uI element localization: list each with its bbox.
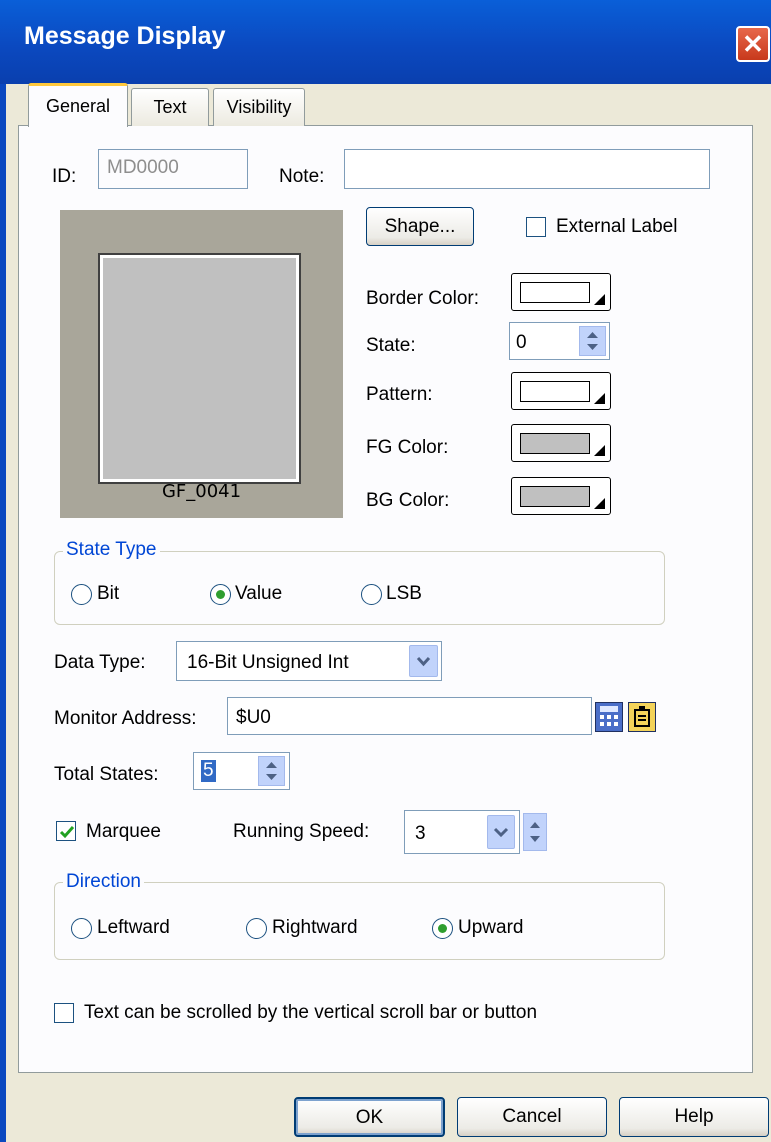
id-label: ID: <box>52 166 77 187</box>
note-field[interactable] <box>344 149 710 189</box>
cancel-button[interactable]: Cancel <box>457 1097 607 1137</box>
help-button[interactable]: Help <box>619 1097 769 1137</box>
note-label: Note: <box>279 166 325 187</box>
running-speed-label: Running Speed: <box>233 821 370 842</box>
monitor-address-field[interactable]: $U0 <box>227 697 592 735</box>
window-title: Message Display <box>24 22 226 50</box>
direction-upward-label: Upward <box>458 917 524 938</box>
external-label-checkbox[interactable] <box>526 217 546 237</box>
monitor-address-label: Monitor Address: <box>54 708 197 729</box>
close-button[interactable]: ✕ <box>736 26 770 62</box>
state-type-value-radio[interactable] <box>210 584 231 605</box>
data-type-value: 16-Bit Unsigned Int <box>187 652 349 673</box>
direction-rightward-label: Rightward <box>272 917 358 938</box>
bg-color-button[interactable] <box>511 477 611 515</box>
fg-color-label: FG Color: <box>366 437 449 458</box>
direction-leftward-label: Leftward <box>97 917 170 938</box>
state-type-value-label: Value <box>235 583 283 604</box>
state-value: 0 <box>516 332 527 353</box>
window-frame <box>0 84 6 1142</box>
running-speed-spin-arrows[interactable] <box>523 813 547 851</box>
data-type-select[interactable]: 16-Bit Unsigned Int <box>176 641 442 681</box>
shape-preview: GF_0041 <box>60 210 343 518</box>
state-type-lsb-label: LSB <box>386 583 422 604</box>
external-label-text: External Label <box>556 216 678 237</box>
id-field: MD0000 <box>98 149 248 189</box>
data-type-label: Data Type: <box>54 652 146 673</box>
calculator-icon[interactable] <box>595 702 623 732</box>
running-speed-value: 3 <box>415 823 426 844</box>
pattern-label: Pattern: <box>366 384 433 405</box>
preview-caption: GF_0041 <box>161 481 242 502</box>
border-color-button[interactable] <box>511 273 611 311</box>
state-type-lsb-radio[interactable] <box>361 584 382 605</box>
state-type-bit-label: Bit <box>97 583 120 604</box>
address-tag-icon[interactable] <box>628 702 656 732</box>
total-states-spin-arrows[interactable] <box>258 756 285 786</box>
monitor-address-value: $U0 <box>236 707 271 728</box>
total-states-spinner[interactable]: 5 <box>193 752 290 790</box>
direction-title: Direction <box>63 871 144 893</box>
running-speed-select[interactable]: 3 <box>404 810 520 854</box>
tab-general[interactable]: General <box>28 83 128 127</box>
chevron-down-icon[interactable] <box>409 645 438 677</box>
direction-rightward-radio[interactable] <box>246 918 267 939</box>
bg-color-label: BG Color: <box>366 490 450 511</box>
direction-leftward-radio[interactable] <box>71 918 92 939</box>
pattern-button[interactable] <box>511 372 611 410</box>
chevron-down-icon[interactable] <box>487 815 515 849</box>
total-states-label: Total States: <box>54 764 159 785</box>
state-label: State: <box>366 335 416 356</box>
shape-button[interactable]: Shape... <box>366 207 474 246</box>
state-spinner[interactable]: 0 <box>509 322 610 360</box>
state-type-group <box>54 551 665 625</box>
total-states-value: 5 <box>201 760 216 782</box>
marquee-checkbox[interactable] <box>56 821 76 841</box>
tab-visibility[interactable]: Visibility <box>213 88 305 126</box>
preview-face <box>98 253 301 484</box>
state-spin-arrows[interactable] <box>579 326 606 356</box>
border-color-label: Border Color: <box>366 288 479 309</box>
state-type-title: State Type <box>63 539 160 561</box>
scroll-option-label: Text can be scrolled by the vertical scr… <box>84 1002 538 1023</box>
state-type-bit-radio[interactable] <box>71 584 92 605</box>
scroll-option-checkbox[interactable] <box>54 1003 74 1023</box>
direction-upward-radio[interactable] <box>432 918 453 939</box>
check-icon <box>59 826 75 839</box>
marquee-label: Marquee <box>86 821 161 842</box>
ok-button[interactable]: OK <box>294 1097 445 1137</box>
fg-color-button[interactable] <box>511 424 611 462</box>
tab-text[interactable]: Text <box>131 88 209 126</box>
